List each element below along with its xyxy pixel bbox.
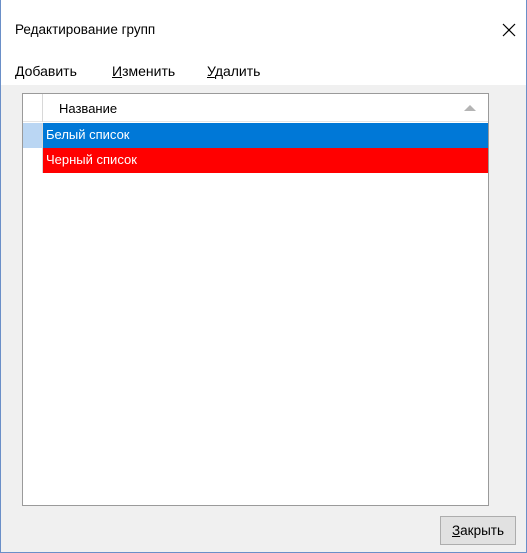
row-name: Черный список (46, 152, 137, 167)
menu-edit-label: зменить (122, 63, 176, 79)
grid-header: Название (23, 94, 488, 122)
row-selector[interactable] (23, 123, 43, 148)
menu-add-accel: Д (15, 63, 25, 79)
sort-ascending-icon (464, 105, 476, 111)
close-button-accel: З (452, 523, 461, 538)
menu-bar: Добавить Изменить Удалить (1, 57, 526, 85)
menu-delete-label: далить (214, 63, 261, 79)
column-header-label: Название (59, 101, 118, 116)
row-cell-name[interactable]: Белый список (43, 123, 488, 148)
close-button[interactable]: Закрыть (440, 516, 516, 545)
menu-delete-accel: У (207, 63, 215, 79)
row-name: Белый список (46, 127, 130, 142)
title-bar: Редактирование групп (1, 0, 526, 57)
column-header-name[interactable]: Название (43, 94, 488, 122)
table-row[interactable]: Белый список (23, 123, 488, 148)
menu-add-label: обавить (24, 63, 77, 79)
table-row[interactable]: Черный список (23, 148, 488, 173)
groups-grid[interactable]: Название Белый список Черный список (22, 93, 489, 506)
close-button-label: акрыть (460, 523, 504, 538)
close-icon (502, 23, 516, 37)
menu-add[interactable]: Добавить (15, 63, 77, 79)
menu-delete[interactable]: Удалить (207, 63, 260, 79)
row-selector[interactable] (23, 148, 43, 173)
menu-edit[interactable]: Изменить (112, 63, 175, 79)
menu-edit-accel: И (112, 63, 123, 79)
header-row-selector[interactable] (23, 94, 43, 122)
row-cell-name[interactable]: Черный список (43, 148, 488, 173)
group-edit-dialog: Редактирование групп Добавить Изменить У… (0, 0, 527, 553)
window-close-button[interactable] (492, 14, 526, 46)
window-title: Редактирование групп (15, 22, 156, 37)
